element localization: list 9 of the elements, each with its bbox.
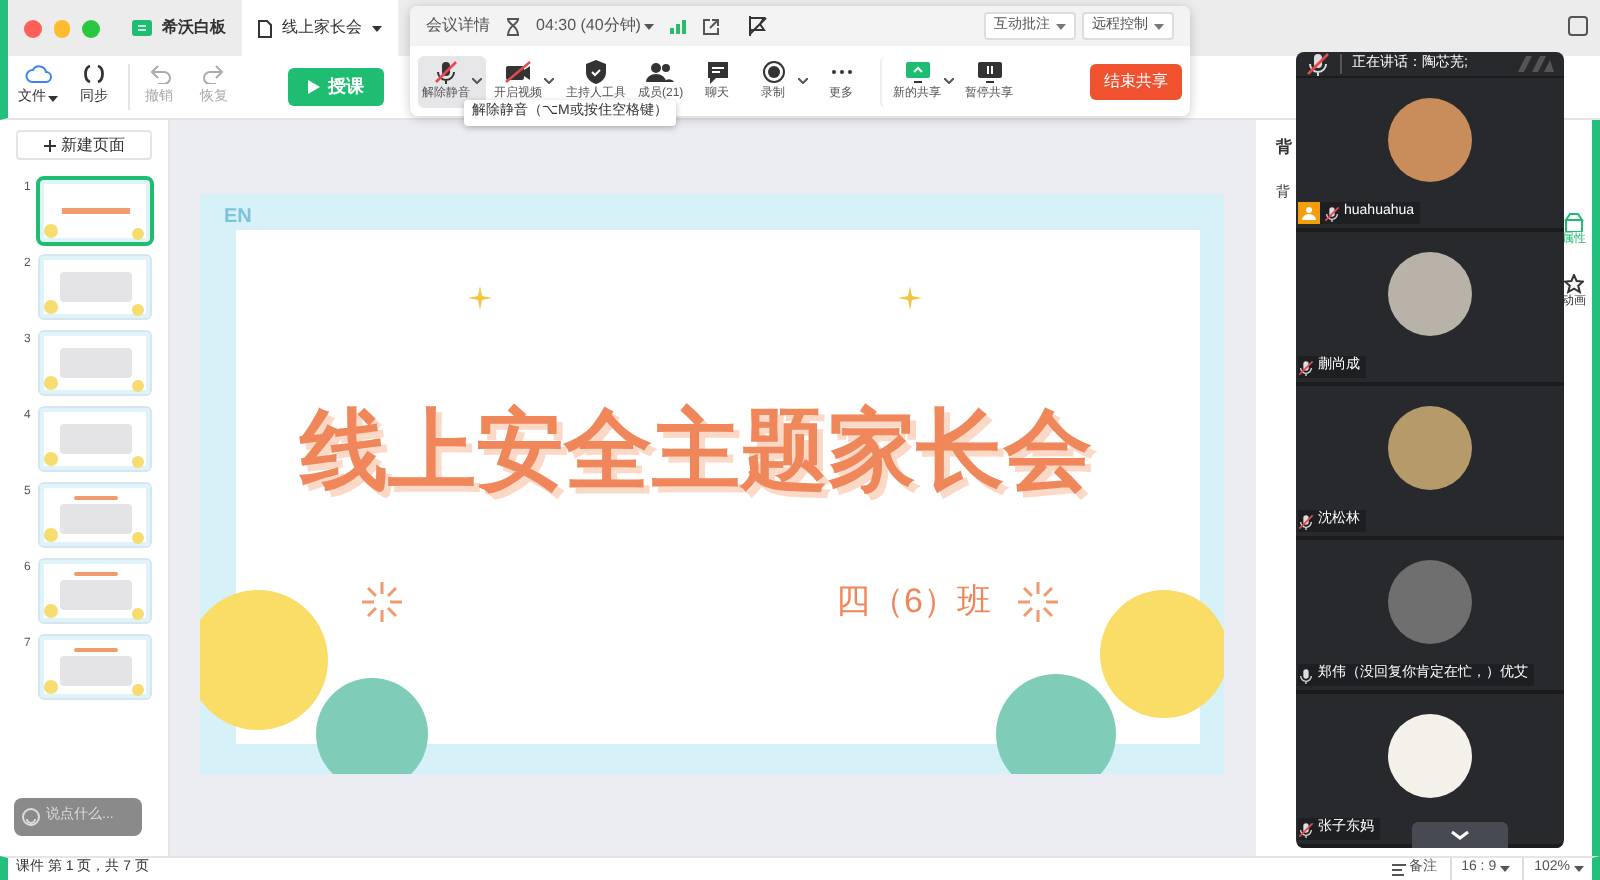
slide-subtitle: 四（6）班 bbox=[836, 580, 991, 624]
new-page-button[interactable]: 新建页面 bbox=[16, 130, 152, 160]
timer-dropdown[interactable]: 04:30 (40分钟) bbox=[536, 14, 655, 38]
meeting-details-link[interactable]: 会议详情 bbox=[426, 14, 490, 38]
watermark-text: EN bbox=[224, 204, 252, 232]
panel-heading: 背 bbox=[1276, 136, 1294, 160]
window-tab[interactable]: 线上家长会 bbox=[242, 0, 398, 56]
end-share-button[interactable]: 结束共享 bbox=[1090, 63, 1182, 99]
slide-title: 线上安全主题家长会 bbox=[300, 400, 1092, 504]
